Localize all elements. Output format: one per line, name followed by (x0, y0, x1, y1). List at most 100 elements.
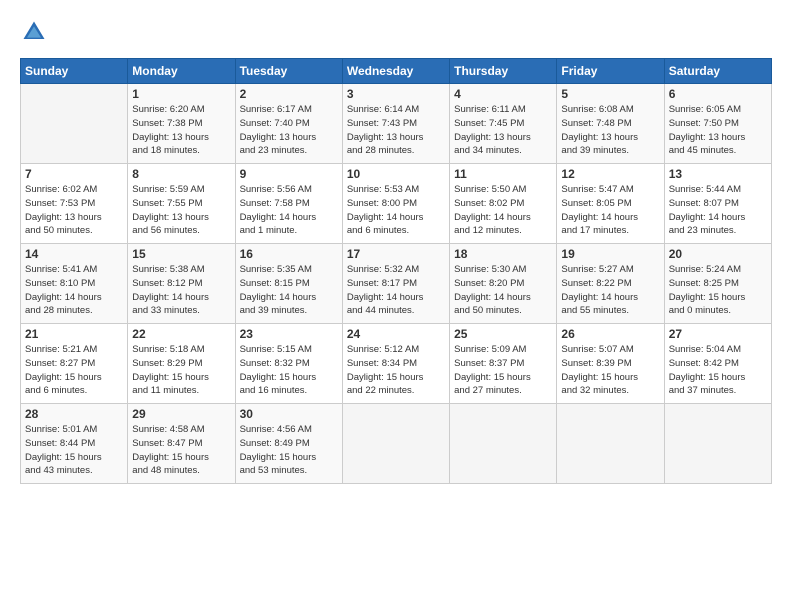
week-row-1: 1 Sunrise: 6:20 AM Sunset: 7:38 PM Daylig… (21, 84, 772, 164)
day-cell: 24 Sunrise: 5:12 AM Sunset: 8:34 PM Dayli… (342, 324, 449, 404)
day-number: 5 (561, 87, 659, 101)
day-info: Sunrise: 5:44 AM Sunset: 8:07 PM Dayligh… (669, 183, 767, 238)
day-number: 28 (25, 407, 123, 421)
day-number: 30 (240, 407, 338, 421)
day-number: 29 (132, 407, 230, 421)
day-info: Sunrise: 5:07 AM Sunset: 8:39 PM Dayligh… (561, 343, 659, 398)
day-cell: 7Sunrise: 6:02 AM Sunset: 7:53 PM Daylig… (21, 164, 128, 244)
day-number: 13 (669, 167, 767, 181)
day-cell: 1 Sunrise: 6:20 AM Sunset: 7:38 PM Daylig… (128, 84, 235, 164)
calendar-header: SundayMondayTuesdayWednesdayThursdayFrid… (21, 59, 772, 84)
day-number: 9 (240, 167, 338, 181)
header-cell-friday: Friday (557, 59, 664, 84)
day-info: Sunrise: 4:56 AM Sunset: 8:49 PM Dayligh… (240, 423, 338, 478)
day-info: Sunrise: 5:09 AM Sunset: 8:37 PM Dayligh… (454, 343, 552, 398)
day-number: 8 (132, 167, 230, 181)
day-number: 2 (240, 87, 338, 101)
day-info: Sunrise: 4:58 AM Sunset: 8:47 PM Dayligh… (132, 423, 230, 478)
header-cell-saturday: Saturday (664, 59, 771, 84)
day-info: Sunrise: 6:02 AM Sunset: 7:53 PM Dayligh… (25, 183, 123, 238)
day-number: 19 (561, 247, 659, 261)
day-number: 17 (347, 247, 445, 261)
day-info: Sunrise: 5:15 AM Sunset: 8:32 PM Dayligh… (240, 343, 338, 398)
calendar-body: 1 Sunrise: 6:20 AM Sunset: 7:38 PM Daylig… (21, 84, 772, 484)
day-number: 16 (240, 247, 338, 261)
day-cell: 29 Sunrise: 4:58 AM Sunset: 8:47 PM Dayli… (128, 404, 235, 484)
day-cell (450, 404, 557, 484)
day-number: 14 (25, 247, 123, 261)
day-info: Sunrise: 5:12 AM Sunset: 8:34 PM Dayligh… (347, 343, 445, 398)
day-info: Sunrise: 5:35 AM Sunset: 8:15 PM Dayligh… (240, 263, 338, 318)
day-cell: 19 Sunrise: 5:27 AM Sunset: 8:22 PM Dayli… (557, 244, 664, 324)
day-cell: 8Sunrise: 5:59 AM Sunset: 7:55 PM Daylig… (128, 164, 235, 244)
day-number: 27 (669, 327, 767, 341)
day-number: 18 (454, 247, 552, 261)
week-row-5: 28 Sunrise: 5:01 AM Sunset: 8:44 PM Dayli… (21, 404, 772, 484)
header-cell-wednesday: Wednesday (342, 59, 449, 84)
day-cell: 17 Sunrise: 5:32 AM Sunset: 8:17 PM Dayli… (342, 244, 449, 324)
day-cell: 23 Sunrise: 5:15 AM Sunset: 8:32 PM Dayli… (235, 324, 342, 404)
logo (20, 18, 52, 46)
day-cell: 21 Sunrise: 5:21 AM Sunset: 8:27 PM Dayli… (21, 324, 128, 404)
day-cell (664, 404, 771, 484)
day-number: 4 (454, 87, 552, 101)
day-info: Sunrise: 5:30 AM Sunset: 8:20 PM Dayligh… (454, 263, 552, 318)
day-cell: 28 Sunrise: 5:01 AM Sunset: 8:44 PM Dayli… (21, 404, 128, 484)
day-cell: 26Sunrise: 5:07 AM Sunset: 8:39 PM Dayli… (557, 324, 664, 404)
day-info: Sunrise: 5:24 AM Sunset: 8:25 PM Dayligh… (669, 263, 767, 318)
day-info: Sunrise: 5:18 AM Sunset: 8:29 PM Dayligh… (132, 343, 230, 398)
day-cell (21, 84, 128, 164)
day-info: Sunrise: 5:27 AM Sunset: 8:22 PM Dayligh… (561, 263, 659, 318)
day-cell: 5 Sunrise: 6:08 AM Sunset: 7:48 PM Daylig… (557, 84, 664, 164)
day-number: 22 (132, 327, 230, 341)
day-number: 15 (132, 247, 230, 261)
day-cell: 4 Sunrise: 6:11 AM Sunset: 7:45 PM Daylig… (450, 84, 557, 164)
day-cell: 18 Sunrise: 5:30 AM Sunset: 8:20 PM Dayli… (450, 244, 557, 324)
day-number: 1 (132, 87, 230, 101)
day-info: Sunrise: 6:08 AM Sunset: 7:48 PM Dayligh… (561, 103, 659, 158)
day-cell: 27 Sunrise: 5:04 AM Sunset: 8:42 PM Dayli… (664, 324, 771, 404)
day-cell: 16 Sunrise: 5:35 AM Sunset: 8:15 PM Dayli… (235, 244, 342, 324)
day-number: 24 (347, 327, 445, 341)
day-info: Sunrise: 6:17 AM Sunset: 7:40 PM Dayligh… (240, 103, 338, 158)
day-cell: 25 Sunrise: 5:09 AM Sunset: 8:37 PM Dayli… (450, 324, 557, 404)
day-cell: 10Sunrise: 5:53 AM Sunset: 8:00 PM Dayli… (342, 164, 449, 244)
day-info: Sunrise: 6:20 AM Sunset: 7:38 PM Dayligh… (132, 103, 230, 158)
day-info: Sunrise: 6:14 AM Sunset: 7:43 PM Dayligh… (347, 103, 445, 158)
day-cell: 3 Sunrise: 6:14 AM Sunset: 7:43 PM Daylig… (342, 84, 449, 164)
week-row-4: 21 Sunrise: 5:21 AM Sunset: 8:27 PM Dayli… (21, 324, 772, 404)
day-number: 25 (454, 327, 552, 341)
day-cell: 13 Sunrise: 5:44 AM Sunset: 8:07 PM Dayli… (664, 164, 771, 244)
day-cell: 20 Sunrise: 5:24 AM Sunset: 8:25 PM Dayli… (664, 244, 771, 324)
day-cell: 2 Sunrise: 6:17 AM Sunset: 7:40 PM Daylig… (235, 84, 342, 164)
day-info: Sunrise: 5:21 AM Sunset: 8:27 PM Dayligh… (25, 343, 123, 398)
day-info: Sunrise: 6:11 AM Sunset: 7:45 PM Dayligh… (454, 103, 552, 158)
day-cell: 9 Sunrise: 5:56 AM Sunset: 7:58 PM Daylig… (235, 164, 342, 244)
header-cell-monday: Monday (128, 59, 235, 84)
calendar-table: SundayMondayTuesdayWednesdayThursdayFrid… (20, 58, 772, 484)
logo-icon (20, 18, 48, 46)
day-cell (342, 404, 449, 484)
day-info: Sunrise: 5:04 AM Sunset: 8:42 PM Dayligh… (669, 343, 767, 398)
day-number: 6 (669, 87, 767, 101)
day-number: 23 (240, 327, 338, 341)
day-info: Sunrise: 6:05 AM Sunset: 7:50 PM Dayligh… (669, 103, 767, 158)
day-cell: 15Sunrise: 5:38 AM Sunset: 8:12 PM Dayli… (128, 244, 235, 324)
day-number: 3 (347, 87, 445, 101)
day-cell: 12Sunrise: 5:47 AM Sunset: 8:05 PM Dayli… (557, 164, 664, 244)
day-cell (557, 404, 664, 484)
day-cell: 6 Sunrise: 6:05 AM Sunset: 7:50 PM Daylig… (664, 84, 771, 164)
day-info: Sunrise: 5:50 AM Sunset: 8:02 PM Dayligh… (454, 183, 552, 238)
day-number: 20 (669, 247, 767, 261)
day-info: Sunrise: 5:01 AM Sunset: 8:44 PM Dayligh… (25, 423, 123, 478)
day-info: Sunrise: 5:41 AM Sunset: 8:10 PM Dayligh… (25, 263, 123, 318)
day-info: Sunrise: 5:32 AM Sunset: 8:17 PM Dayligh… (347, 263, 445, 318)
day-cell: 11Sunrise: 5:50 AM Sunset: 8:02 PM Dayli… (450, 164, 557, 244)
week-row-3: 14 Sunrise: 5:41 AM Sunset: 8:10 PM Dayli… (21, 244, 772, 324)
day-number: 21 (25, 327, 123, 341)
day-info: Sunrise: 5:56 AM Sunset: 7:58 PM Dayligh… (240, 183, 338, 238)
week-row-2: 7Sunrise: 6:02 AM Sunset: 7:53 PM Daylig… (21, 164, 772, 244)
header-cell-tuesday: Tuesday (235, 59, 342, 84)
header-row: SundayMondayTuesdayWednesdayThursdayFrid… (21, 59, 772, 84)
header-cell-sunday: Sunday (21, 59, 128, 84)
